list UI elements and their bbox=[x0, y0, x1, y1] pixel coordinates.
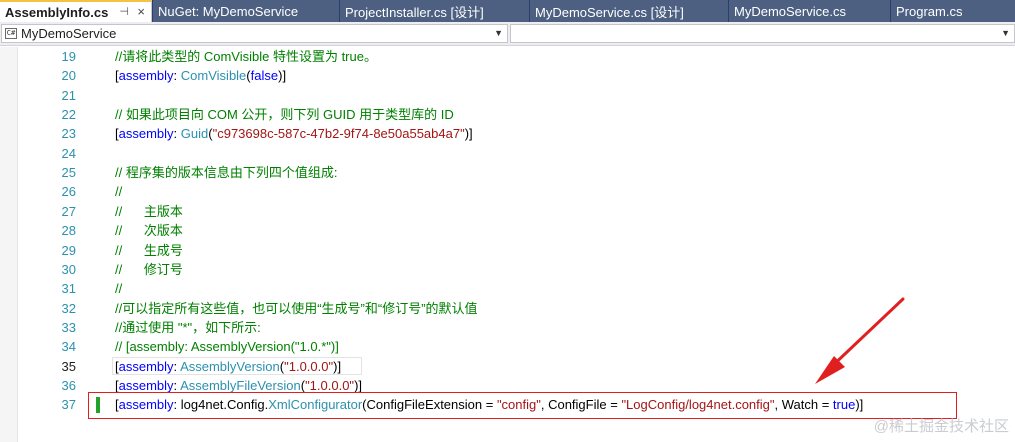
annotation-arrow bbox=[815, 297, 905, 384]
arrow-shaft bbox=[826, 297, 905, 372]
watermark: @稀土掘金技术社区 bbox=[873, 418, 1009, 435]
